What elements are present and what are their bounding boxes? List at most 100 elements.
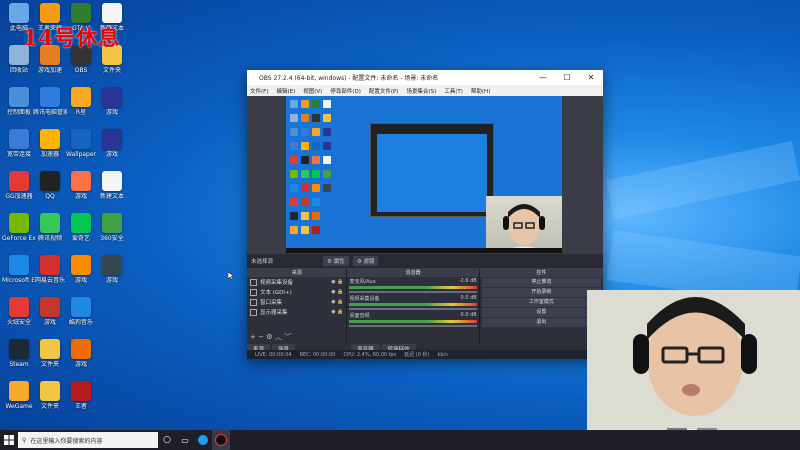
desktop-icon[interactable]: 游戏 xyxy=(95,129,129,158)
visibility-lock-icon[interactable]: ◉ 🔒 xyxy=(331,279,343,285)
obs-docks: 来源 视频采集设备 ◉ 🔒 文本 (GDI+) ◉ 🔒 窗口采集 ◉ 🔒 显示器采集 ◉ 🔒 … xyxy=(247,269,603,344)
desktop-icon-label: 王者 xyxy=(74,403,87,410)
filters-button[interactable]: ⚙ 滤镜 xyxy=(352,256,379,266)
remove-icon[interactable]: − xyxy=(258,333,264,341)
menu-item[interactable]: 停靠部件(D) xyxy=(330,87,361,95)
desktop-icon[interactable]: Microsoft Edge xyxy=(2,255,36,284)
desktop-icon[interactable]: WeGame xyxy=(2,381,36,410)
desktop-icon-label: 游戏 xyxy=(74,277,87,284)
minimize-icon[interactable]: — xyxy=(531,73,555,82)
app-icon xyxy=(102,255,122,275)
desktop-icon[interactable]: 游戏 xyxy=(64,171,98,200)
properties-button[interactable]: ⚙ 属性 xyxy=(323,256,349,266)
add-icon[interactable]: + xyxy=(250,333,256,341)
taskbar-search-box[interactable]: ⚲ 在这里输入你要搜索的内容 xyxy=(18,432,158,448)
menu-item[interactable]: 文件(F) xyxy=(250,87,268,95)
control-button[interactable]: 停止推流 xyxy=(481,278,601,287)
desktop-icon[interactable]: 游戏 xyxy=(95,255,129,284)
preview-icon xyxy=(301,114,309,122)
edge-icon[interactable] xyxy=(194,430,212,450)
preview-canvas[interactable] xyxy=(286,96,562,253)
app-icon xyxy=(9,255,29,275)
control-button[interactable]: 开始录制 xyxy=(481,288,601,297)
desktop-icon[interactable]: Wallpaper xyxy=(64,129,98,158)
app-icon xyxy=(40,255,60,275)
obs-titlebar[interactable]: OBS 27.2.4 (64-bit, windows) - 配置文件: 未命名… xyxy=(247,70,603,85)
gear-icon[interactable]: ⚙ xyxy=(266,333,272,341)
desktop-icon[interactable]: Steam xyxy=(2,339,36,368)
mouse-cursor xyxy=(227,271,235,281)
webcam-overlay xyxy=(587,290,800,450)
preview-icon xyxy=(290,142,298,150)
desktop-icon[interactable]: 腾讯视频 xyxy=(33,213,67,242)
app-icon xyxy=(40,3,60,23)
source-item[interactable]: 显示器采集 ◉ 🔒 xyxy=(247,307,346,317)
close-icon[interactable]: ✕ xyxy=(579,73,603,82)
desktop-icon[interactable]: 游戏 xyxy=(64,255,98,284)
volume-slider[interactable] xyxy=(349,325,477,327)
visibility-lock-icon[interactable]: ◉ 🔒 xyxy=(331,289,343,295)
obs-taskbar-icon[interactable] xyxy=(212,430,230,450)
preview-icon xyxy=(290,226,298,234)
desktop-icon[interactable]: 文件夹 xyxy=(33,339,67,368)
desktop-icon[interactable]: 控制面板 xyxy=(2,87,36,116)
taskview-windows-icon[interactable]: ▭ xyxy=(176,430,194,450)
preview-icon xyxy=(323,114,331,122)
desktop-icon[interactable]: 爱奇艺 xyxy=(64,213,98,242)
preview-icon xyxy=(323,100,331,108)
desktop-icon[interactable]: 宽带连接 xyxy=(2,129,36,158)
desktop-icon[interactable]: 腾讯电脑管家 xyxy=(33,87,67,116)
desktop-icon[interactable]: 新建文本 xyxy=(95,171,129,200)
control-button[interactable]: 退出 xyxy=(481,318,601,327)
desktop-icon-label: WeGame xyxy=(5,403,33,410)
preview-icon xyxy=(312,212,320,220)
desktop-icon-label: 360安全 xyxy=(100,235,124,242)
desktop-icon[interactable]: R星 xyxy=(64,87,98,116)
desktop-icon-label: 游戏 xyxy=(74,193,87,200)
desktop-icon[interactable]: 王者 xyxy=(64,381,98,410)
menu-item[interactable]: 工具(T) xyxy=(444,87,463,95)
menu-item[interactable]: 场景集合(S) xyxy=(406,87,436,95)
preview-icon xyxy=(312,170,320,178)
desktop-icon[interactable]: 游戏 xyxy=(64,339,98,368)
start-button[interactable] xyxy=(0,430,18,450)
desktop-icon[interactable]: GG加速器 xyxy=(2,171,36,200)
desktop-icon[interactable]: 360安全 xyxy=(95,213,129,242)
move-down-icon[interactable]: ﹀ xyxy=(284,333,291,341)
source-item[interactable]: 文本 (GDI+) ◉ 🔒 xyxy=(247,287,346,297)
control-button[interactable]: 设置 xyxy=(481,308,601,317)
desktop-icon[interactable]: 游戏 xyxy=(33,297,67,326)
visibility-lock-icon[interactable]: ◉ 🔒 xyxy=(331,309,343,315)
source-item[interactable]: 视频采集设备 ◉ 🔒 xyxy=(247,277,346,287)
preview-icon xyxy=(323,156,331,164)
desktop-icon[interactable]: 加速器 xyxy=(33,129,67,158)
desktop-icon[interactable]: 游戏 xyxy=(95,87,129,116)
preview-icon xyxy=(312,114,320,122)
menu-item[interactable]: 编辑(E) xyxy=(276,87,295,95)
search-input[interactable]: 在这里输入你要搜索的内容 xyxy=(30,436,102,445)
menu-item[interactable]: 视图(V) xyxy=(303,87,322,95)
move-up-icon[interactable]: ︿ xyxy=(275,333,282,341)
control-button[interactable]: 工作室模式 xyxy=(481,298,601,307)
task-view-icon[interactable]: ○ xyxy=(158,430,176,450)
desktop-icon[interactable]: 网易云音乐 xyxy=(33,255,67,284)
obs-window[interactable]: OBS 27.2.4 (64-bit, windows) - 配置文件: 未命名… xyxy=(247,70,603,359)
desktop-icon[interactable]: 文件夹 xyxy=(33,381,67,410)
volume-slider[interactable] xyxy=(349,291,477,293)
maximize-icon[interactable]: ☐ xyxy=(555,73,579,82)
desktop-icon[interactable]: 火绒安全 xyxy=(2,297,36,326)
preview-webcam xyxy=(486,196,562,253)
source-item[interactable]: 窗口采集 ◉ 🔒 xyxy=(247,297,346,307)
app-icon xyxy=(40,339,60,359)
desktop-icon[interactable]: 酷狗音乐 xyxy=(64,297,98,326)
volume-slider[interactable] xyxy=(349,308,477,310)
app-icon xyxy=(71,129,91,149)
visibility-lock-icon[interactable]: ◉ 🔒 xyxy=(331,299,343,305)
menu-item[interactable]: 配置文件(P) xyxy=(369,87,399,95)
desktop-icon[interactable]: QQ xyxy=(33,171,67,200)
preview-icon xyxy=(290,128,298,136)
preview-icon xyxy=(301,170,309,178)
desktop-icon[interactable]: GeForce Experience xyxy=(2,213,36,242)
preview-icon xyxy=(301,198,309,206)
menu-item[interactable]: 帮助(H) xyxy=(471,87,490,95)
